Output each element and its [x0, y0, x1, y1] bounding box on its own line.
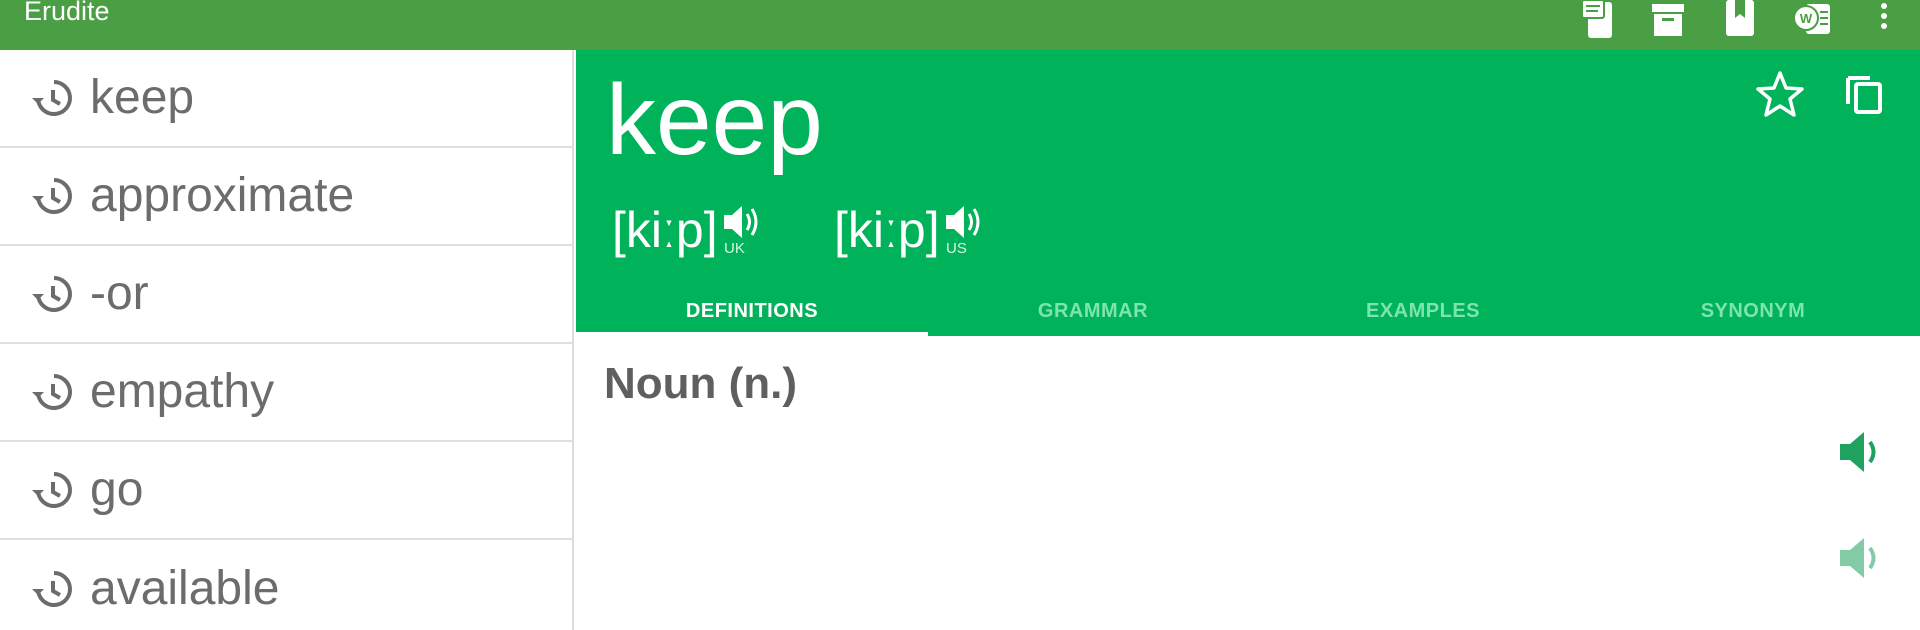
speaker-uk-icon[interactable] — [720, 200, 764, 244]
notes-icon[interactable] — [1578, 0, 1622, 40]
bookmark-icon[interactable] — [1718, 0, 1762, 40]
pronunciation-uk: [kiːp] — [612, 202, 718, 258]
history-icon — [30, 272, 74, 316]
history-icon — [30, 174, 74, 218]
app-title: Erudite — [24, 0, 110, 26]
history-item[interactable]: go — [0, 442, 574, 540]
tab-synonym[interactable]: SYNONYM — [1588, 286, 1918, 336]
speaker-us-icon[interactable] — [942, 200, 986, 244]
history-icon — [30, 468, 74, 512]
history-item-label: go — [90, 463, 144, 516]
history-item-label: approximate — [90, 169, 355, 222]
history-item[interactable]: approximate — [0, 148, 574, 246]
pronunciation-us-region: US — [946, 240, 967, 257]
pronunciation-us: [kiːp] — [834, 202, 940, 258]
part-of-speech-heading: Noun (n.) — [604, 359, 798, 408]
history-item-label: available — [90, 562, 280, 615]
history-item-label: empathy — [90, 365, 275, 418]
history-icon — [30, 567, 74, 611]
tab-definitions[interactable]: DEFINITIONS — [576, 286, 928, 336]
history-item-label: keep — [90, 71, 195, 124]
archive-icon[interactable] — [1646, 0, 1690, 40]
history-item[interactable]: keep — [0, 50, 574, 148]
history-item[interactable]: available — [0, 540, 574, 630]
word-doc-icon[interactable]: W — [1790, 0, 1834, 40]
tab-bar: DEFINITIONS GRAMMAR EXAMPLES SYNONYM — [576, 286, 1920, 336]
more-vert-icon[interactable] — [1862, 0, 1906, 40]
star-icon[interactable] — [1754, 68, 1806, 120]
definitions-content: Noun (n.) — [576, 336, 1920, 630]
history-item[interactable]: empathy — [0, 344, 574, 442]
tab-examples[interactable]: EXAMPLES — [1258, 286, 1588, 336]
history-sidebar: keep approximate -or empathy go availabl… — [0, 50, 574, 630]
word-header: keep [kiːp] UK [kiːp] US DEFINITIONS GRA… — [576, 50, 1920, 336]
pronunciation-uk-region: UK — [724, 240, 745, 257]
copy-icon[interactable] — [1840, 68, 1892, 120]
history-item[interactable]: -or — [0, 246, 574, 344]
history-icon — [30, 370, 74, 414]
history-item-label: -or — [90, 267, 149, 320]
word-title: keep — [606, 64, 823, 176]
definition-speaker-icon[interactable] — [1834, 424, 1890, 480]
example-speaker-icon[interactable] — [1834, 530, 1890, 586]
svg-text:W: W — [1800, 11, 1813, 26]
app-bar: Erudite W — [0, 0, 1920, 50]
tab-grammar[interactable]: GRAMMAR — [928, 286, 1258, 336]
history-icon — [30, 76, 74, 120]
